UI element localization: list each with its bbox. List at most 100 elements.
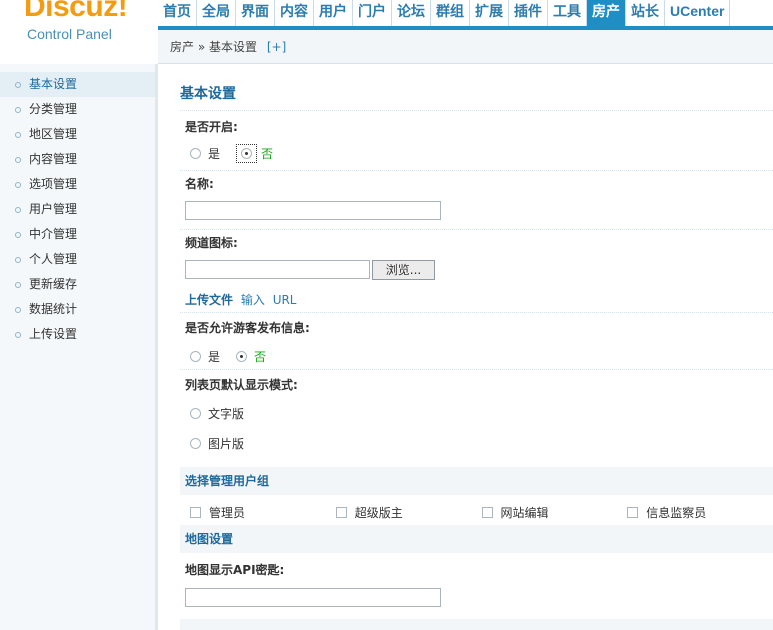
top-nav: 首页 全局 界面 内容 用户 门户 论坛 群组 扩展 插件 工具 房产 站长 U… xyxy=(158,0,773,30)
upload-file-link[interactable]: 上传文件 xyxy=(185,293,233,307)
sidebar-item-label: 数据统计 xyxy=(29,302,78,316)
usergroup-admin-label: 管理员 xyxy=(209,506,246,520)
list-mode-text-radio[interactable] xyxy=(190,408,201,419)
sidebar-item-label: 用户管理 xyxy=(29,202,78,216)
usergroup-super-mod[interactable]: 超级版主 xyxy=(335,504,482,521)
tab-home[interactable]: 首页 xyxy=(158,0,197,26)
usergroup-inspector-checkbox[interactable] xyxy=(627,507,639,518)
tab-plugins[interactable]: 插件 xyxy=(509,0,548,26)
bullet-icon xyxy=(15,331,21,338)
bullet-icon xyxy=(15,231,21,238)
guest-post-yes-radio[interactable] xyxy=(190,351,201,362)
tab-ucenter[interactable]: UCenter xyxy=(665,0,731,26)
sidebar-item-label: 个人管理 xyxy=(29,252,78,266)
input-url-link[interactable]: 输入 xyxy=(241,293,265,307)
usergroup-admin-checkbox[interactable] xyxy=(190,507,201,518)
tab-extend[interactable]: 扩展 xyxy=(470,0,509,26)
tab-house[interactable]: 房产 xyxy=(587,0,626,26)
bullet-icon xyxy=(15,156,21,163)
list-mode-image-row: 图片版 xyxy=(190,435,260,452)
tab-content[interactable]: 内容 xyxy=(275,0,314,26)
list-mode-label: 列表页默认显示模式: xyxy=(185,378,298,392)
sidebar-item-agents[interactable]: 中介管理 xyxy=(0,222,155,247)
bullet-icon xyxy=(15,106,21,113)
section-title: 基本设置 xyxy=(180,86,236,102)
sidebar-item-label: 中介管理 xyxy=(29,227,78,241)
guest-post-radio-group: 是 否 xyxy=(190,348,282,365)
bullet-icon xyxy=(15,206,21,213)
name-input[interactable] xyxy=(185,201,441,220)
sidebar-item-label: 分类管理 xyxy=(29,102,78,116)
divider xyxy=(180,110,773,111)
sidebar-item-label: 内容管理 xyxy=(29,152,78,166)
bullet-icon xyxy=(15,281,21,288)
sidebar-item-label: 选项管理 xyxy=(29,177,78,191)
guest-post-label: 是否允许游客发布信息: xyxy=(185,321,310,335)
bullet-icon xyxy=(15,81,21,88)
channel-icon-label: 频道图标: xyxy=(185,236,238,250)
tab-webmaster[interactable]: 站长 xyxy=(626,0,665,26)
tab-portal[interactable]: 门户 xyxy=(353,0,392,26)
enable-yes-radio[interactable] xyxy=(190,148,201,159)
usergroup-editor[interactable]: 网站编辑 xyxy=(481,504,628,521)
map-api-key-input[interactable] xyxy=(185,588,441,607)
bullet-icon xyxy=(15,131,21,138)
breadcrumb-separator: » xyxy=(197,40,206,54)
sidebar-item-personal[interactable]: 个人管理 xyxy=(0,247,155,272)
sidebar-item-statistics[interactable]: 数据统计 xyxy=(0,297,155,322)
breadcrumb-parent[interactable]: 房产 xyxy=(170,40,194,54)
guest-post-no-radio[interactable] xyxy=(236,351,248,362)
sidebar-item-update-cache[interactable]: 更新缓存 xyxy=(0,272,155,297)
tab-forum[interactable]: 论坛 xyxy=(392,0,431,26)
browse-button[interactable]: 浏览... xyxy=(372,260,435,280)
usergroup-inspector-label: 信息监察员 xyxy=(646,506,707,520)
sidebar-item-options[interactable]: 选项管理 xyxy=(0,172,155,197)
sidebar-item-label: 基本设置 xyxy=(29,77,78,91)
sidebar-item-regions[interactable]: 地区管理 xyxy=(0,122,155,147)
upload-mode-row: 上传文件 输入 URL xyxy=(185,291,297,308)
bullet-icon xyxy=(15,181,21,188)
url-link[interactable]: URL xyxy=(273,293,297,307)
channel-icon-file-input[interactable] xyxy=(185,260,370,279)
breadcrumb-current: 基本设置 xyxy=(209,40,258,54)
usergroup-section-header: 选择管理用户组 xyxy=(180,467,773,495)
sidebar-item-categories[interactable]: 分类管理 xyxy=(0,97,155,122)
tab-users[interactable]: 用户 xyxy=(314,0,353,26)
sidebar: 基本设置 分类管理 地区管理 内容管理 选项管理 用户管理 中介管理 个人管理 … xyxy=(0,64,158,630)
name-label: 名称: xyxy=(185,177,214,191)
bullet-icon xyxy=(15,256,21,263)
map-api-label: 地图显示API密匙: xyxy=(185,563,285,577)
sidebar-item-users[interactable]: 用户管理 xyxy=(0,197,155,222)
enable-label: 是否开启: xyxy=(185,120,238,134)
sidebar-item-basic-settings[interactable]: 基本设置 xyxy=(0,72,155,97)
logo-subtitle: Control Panel xyxy=(27,26,112,42)
enable-no-radio[interactable] xyxy=(241,148,253,159)
sidebar-item-upload-settings[interactable]: 上传设置 xyxy=(0,322,155,347)
enable-radio-group: 是 否 xyxy=(190,144,289,163)
usergroup-admin[interactable]: 管理员 xyxy=(190,504,336,521)
usergroup-editor-label: 网站编辑 xyxy=(500,506,549,520)
usergroup-editor-checkbox[interactable] xyxy=(481,507,493,518)
sidebar-item-label: 上传设置 xyxy=(29,327,78,341)
tab-tools[interactable]: 工具 xyxy=(548,0,587,26)
guest-post-no-label: 否 xyxy=(254,350,267,364)
breadcrumb: 房产 » 基本设置 [+] xyxy=(158,30,773,64)
logo: Discuz! Control Panel xyxy=(0,0,158,64)
add-shortcut-button[interactable]: [+] xyxy=(267,40,286,54)
usergroup-super-mod-label: 超级版主 xyxy=(354,506,403,520)
usergroup-checkbox-row: 管理员 超级版主 网站编辑 信息监察员 xyxy=(190,504,773,521)
divider xyxy=(180,369,773,370)
sidebar-item-content[interactable]: 内容管理 xyxy=(0,147,155,172)
sidebar-item-label: 地区管理 xyxy=(29,127,78,141)
enable-no-label: 否 xyxy=(261,147,274,161)
tab-interface[interactable]: 界面 xyxy=(236,0,275,26)
tab-global[interactable]: 全局 xyxy=(197,0,236,26)
divider xyxy=(180,312,773,313)
divider xyxy=(180,170,773,171)
tab-groups[interactable]: 群组 xyxy=(431,0,470,26)
usergroup-inspector[interactable]: 信息监察员 xyxy=(627,504,773,521)
footer-band xyxy=(180,619,773,630)
main-panel: 基本设置 是否开启: 是 否 名称: 频道图标: 浏览... 上传文件 输入 U… xyxy=(158,64,773,630)
list-mode-image-radio[interactable] xyxy=(190,438,201,449)
usergroup-super-mod-checkbox[interactable] xyxy=(335,507,347,518)
